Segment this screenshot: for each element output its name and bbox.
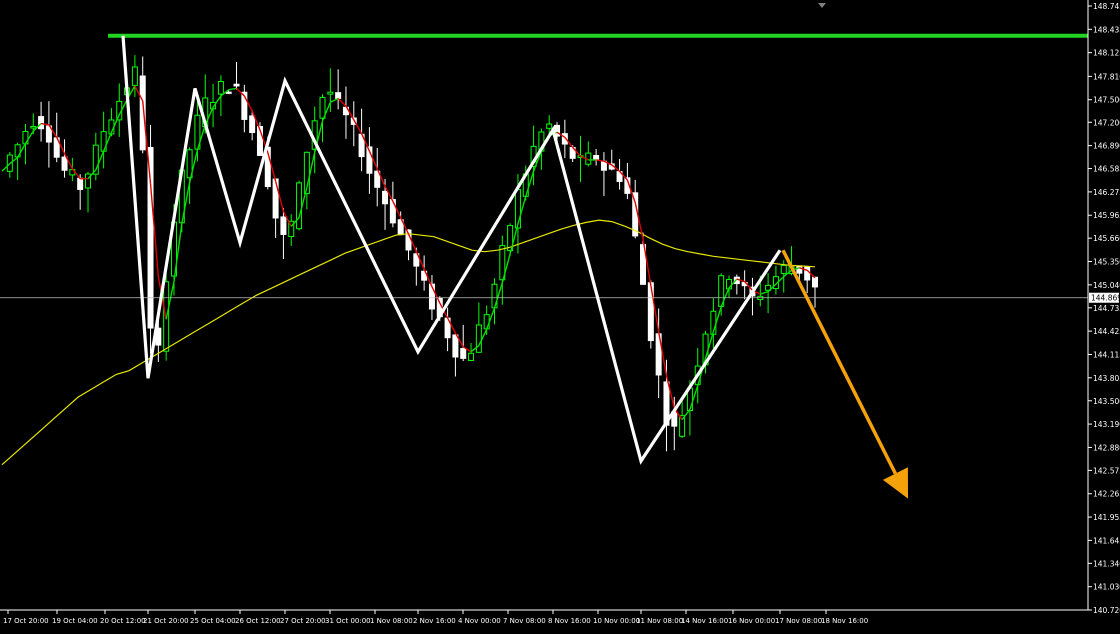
- price-tick-label: 141.645: [1093, 536, 1120, 545]
- candle-body: [272, 178, 279, 219]
- candle-body: [780, 264, 787, 274]
- candle-body: [483, 314, 490, 330]
- candle-body: [249, 115, 256, 134]
- fast-moving-average-segment: [353, 119, 363, 134]
- time-tick-label: 18 Nov 16:00: [821, 617, 868, 625]
- candle-body: [147, 146, 154, 329]
- candle-body: [382, 190, 389, 205]
- price-tick-label: 148.435: [1093, 25, 1120, 34]
- price-tick-label: 143.500: [1093, 397, 1120, 406]
- candle-body: [468, 352, 475, 361]
- candle-body: [30, 125, 37, 129]
- candle-body: [389, 199, 396, 224]
- time-tick-label: 1 Nov 08:00: [370, 617, 413, 625]
- time-tick-label: 17 Nov 08:00: [775, 617, 822, 625]
- candle-body: [296, 182, 303, 230]
- candle-body: [335, 92, 342, 99]
- price-tick-label: 146.890: [1093, 142, 1120, 151]
- price-tick-label: 148.745: [1093, 2, 1120, 11]
- candle-body: [61, 156, 68, 171]
- price-tick-label: 141.340: [1093, 559, 1120, 568]
- price-tick-label: 142.575: [1093, 466, 1120, 475]
- chart-window[interactable]: 144.869 148.745 148.435 148.125 147.810 147.…: [0, 0, 1120, 630]
- time-tick-label: 4 Nov 00:00: [458, 617, 501, 625]
- price-tick-label: 145.040: [1093, 281, 1120, 290]
- price-tick-label: 146.275: [1093, 188, 1120, 197]
- time-tick-label: 31 Oct 00:00: [325, 617, 371, 625]
- fast-moving-average-segment: [212, 95, 222, 108]
- price-chart[interactable]: 144.869 148.745 148.435 148.125 147.810 147.…: [0, 0, 1120, 630]
- current-price-label: 144.869: [1091, 294, 1120, 303]
- price-tick-label: 145.350: [1093, 258, 1120, 267]
- time-tick-label: 27 Oct 20:00: [280, 617, 326, 625]
- time-tick-label: 16 Nov 00:00: [728, 617, 775, 625]
- candle-body: [647, 282, 654, 342]
- price-tick-label: 146.585: [1093, 165, 1120, 174]
- price-tick-label: 148.125: [1093, 49, 1120, 58]
- price-tick-label: 143.190: [1093, 420, 1120, 429]
- candle-body: [217, 80, 224, 95]
- price-tick-label: 140.720: [1093, 606, 1120, 615]
- price-tick-label: 147.810: [1093, 72, 1120, 81]
- candle-body: [796, 265, 803, 274]
- time-tick-label: 11 Nov 08:00: [636, 617, 683, 625]
- time-tick-label: 25 Oct 04:00: [190, 617, 236, 625]
- time-tick-label: 2 Nov 16:00: [413, 617, 456, 625]
- time-tick-label: 10 Nov 00:00: [593, 617, 640, 625]
- chart-shift-triangle-icon[interactable]: [818, 3, 826, 8]
- time-tick-label: 21 Oct 20:00: [143, 617, 189, 625]
- fast-moving-average-segment: [337, 97, 347, 107]
- fast-moving-average-segment: [228, 87, 237, 91]
- time-tick-label: 14 Nov 16:00: [681, 617, 728, 625]
- fast-moving-average-segment: [330, 97, 339, 103]
- time-tick-label: 7 Nov 08:00: [503, 617, 546, 625]
- fast-moving-average-segment: [681, 409, 691, 421]
- price-tick-label: 144.115: [1093, 350, 1120, 359]
- candle-body: [233, 83, 240, 87]
- price-tick-label: 144.425: [1093, 327, 1120, 336]
- candle-body: [812, 276, 818, 288]
- price-tick-label: 147.200: [1093, 118, 1120, 127]
- time-tick-label: 20 Oct 12:00: [100, 617, 146, 625]
- candle-body: [804, 266, 811, 281]
- price-tick-label: 144.735: [1093, 304, 1120, 313]
- fast-moving-average-segment: [596, 159, 605, 162]
- zigzag-pattern-line[interactable]: [121, 35, 782, 465]
- price-tick-label: 143.805: [1093, 374, 1120, 383]
- candle-body: [38, 116, 45, 130]
- time-tick-label: 8 Nov 16:00: [548, 617, 591, 625]
- candle-body: [225, 91, 232, 94]
- price-tick-label: 147.500: [1093, 96, 1120, 105]
- candle-body: [475, 324, 482, 353]
- candle-body: [280, 216, 287, 235]
- price-tick-label: 141.955: [1093, 513, 1120, 522]
- time-tick-label: 26 Oct 12:00: [235, 617, 281, 625]
- candle-body: [460, 348, 467, 359]
- price-tick-label: 142.265: [1093, 490, 1120, 499]
- price-tick-label: 142.880: [1093, 443, 1120, 452]
- candle-body: [327, 91, 334, 95]
- candle-body: [77, 177, 84, 190]
- price-tick-label: 141.030: [1093, 583, 1120, 592]
- fast-moving-average-segment: [760, 290, 769, 295]
- time-tick-label: 17 Oct 20:00: [3, 617, 49, 625]
- candle-body: [546, 123, 553, 129]
- forecast-arrow-shaft[interactable]: [781, 249, 897, 475]
- candle-body: [593, 155, 600, 160]
- time-tick-label: 19 Oct 04:00: [52, 617, 98, 625]
- candle-body: [131, 66, 138, 86]
- candle-body: [452, 334, 459, 358]
- price-tick-label: 145.965: [1093, 211, 1120, 220]
- price-tick-label: 145.660: [1093, 234, 1120, 243]
